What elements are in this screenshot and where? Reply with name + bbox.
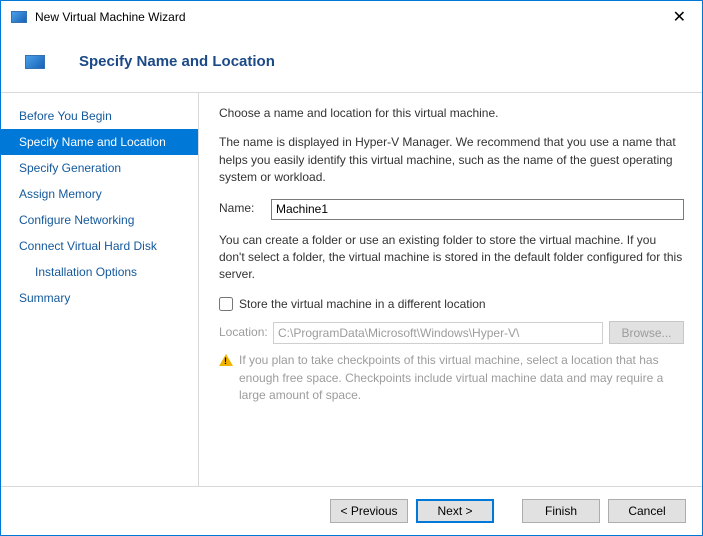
finish-button[interactable]: Finish [522, 499, 600, 523]
content-panel: Choose a name and location for this virt… [199, 93, 702, 486]
name-row: Name: [219, 199, 684, 220]
wizard-body: Before You Begin Specify Name and Locati… [1, 93, 702, 486]
sidebar-item-before-you-begin[interactable]: Before You Begin [1, 103, 198, 129]
sidebar-item-specify-name-location[interactable]: Specify Name and Location [1, 129, 198, 155]
previous-button[interactable]: < Previous [330, 499, 408, 523]
window-title: New Virtual Machine Wizard [35, 10, 186, 24]
store-different-label: Store the virtual machine in a different… [239, 296, 486, 313]
next-button[interactable]: Next > [416, 499, 494, 523]
sidebar-item-installation-options[interactable]: Installation Options [1, 259, 198, 285]
sidebar-item-summary[interactable]: Summary [1, 285, 198, 311]
sidebar-item-specify-generation[interactable]: Specify Generation [1, 155, 198, 181]
sidebar: Before You Begin Specify Name and Locati… [1, 93, 199, 486]
sidebar-item-assign-memory[interactable]: Assign Memory [1, 181, 198, 207]
browse-button: Browse... [609, 321, 684, 344]
warning-icon [219, 354, 233, 366]
cancel-button[interactable]: Cancel [608, 499, 686, 523]
store-different-row: Store the virtual machine in a different… [219, 296, 684, 313]
warning-text: If you plan to take checkpoints of this … [239, 352, 684, 404]
intro-text: Choose a name and location for this virt… [219, 105, 684, 122]
name-help-text: The name is displayed in Hyper-V Manager… [219, 134, 684, 186]
app-icon [11, 11, 27, 23]
close-icon[interactable]: ✕ [667, 7, 692, 27]
folder-help-text: You can create a folder or use an existi… [219, 232, 684, 284]
titlebar: New Virtual Machine Wizard ✕ [1, 1, 702, 29]
wizard-footer: < Previous Next > Finish Cancel [1, 486, 702, 535]
wizard-header: Specify Name and Location [1, 29, 702, 93]
name-input[interactable] [271, 199, 684, 220]
wizard-icon [25, 55, 45, 69]
location-row: Location: Browse... [219, 321, 684, 344]
store-different-checkbox[interactable] [219, 297, 233, 311]
sidebar-item-configure-networking[interactable]: Configure Networking [1, 207, 198, 233]
spacer [502, 499, 514, 523]
warning-row: If you plan to take checkpoints of this … [219, 352, 684, 404]
sidebar-item-connect-vhd[interactable]: Connect Virtual Hard Disk [1, 233, 198, 259]
location-input [273, 322, 603, 344]
location-label: Location: [219, 324, 273, 341]
name-label: Name: [219, 200, 271, 217]
page-title: Specify Name and Location [79, 53, 275, 70]
